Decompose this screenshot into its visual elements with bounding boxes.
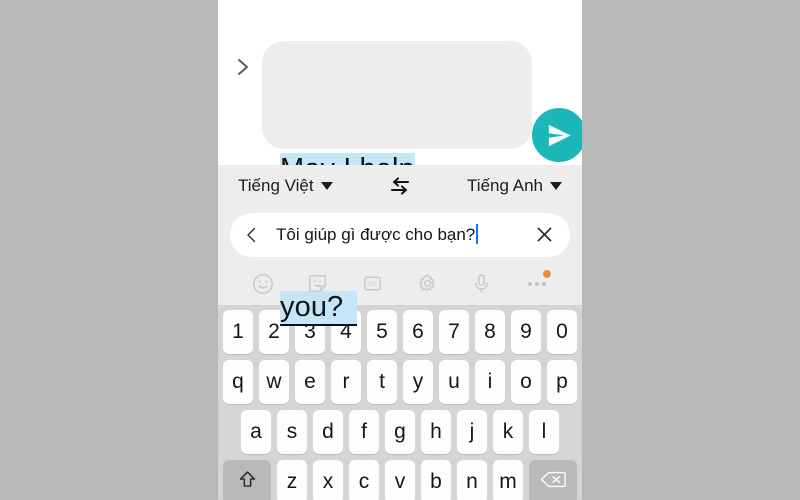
chevron-right-icon[interactable] (234, 55, 252, 79)
shift-arrow-up-icon (237, 469, 258, 496)
chat-area: May I help you? (218, 0, 582, 326)
key-z[interactable]: z (277, 460, 307, 500)
emoji-icon[interactable] (248, 269, 278, 299)
caret-down-icon (549, 182, 562, 190)
target-language-label: Tiếng Anh (467, 176, 543, 195)
key-q[interactable]: q (223, 360, 253, 404)
backspace-key[interactable] (529, 460, 577, 500)
screenshot-root: May I help you? Tiếng Việt (0, 0, 800, 500)
message-bubble[interactable]: May I help you? (262, 41, 532, 326)
key-9[interactable]: 9 (511, 310, 541, 354)
close-x-icon[interactable] (532, 223, 556, 247)
key-p[interactable]: p (547, 360, 577, 404)
key-x[interactable]: x (313, 460, 343, 500)
source-language-label: Tiếng Việt (238, 176, 314, 195)
key-a[interactable]: a (241, 410, 271, 454)
text-cursor (476, 224, 479, 244)
key-1[interactable]: 1 (223, 310, 253, 354)
key-0[interactable]: 0 (547, 310, 577, 354)
key-o[interactable]: o (511, 360, 541, 404)
target-language-selector[interactable]: Tiếng Anh (467, 176, 562, 196)
key-l[interactable]: l (529, 410, 559, 454)
three-dots-icon (527, 281, 546, 286)
key-b[interactable]: b (421, 460, 451, 500)
key-c[interactable]: c (349, 460, 379, 500)
sticker-icon[interactable] (303, 269, 333, 299)
search-input-pill[interactable]: Tôi giúp gì được cho bạn? (230, 212, 570, 257)
shift-key[interactable] (223, 460, 271, 500)
search-input-value: Tôi giúp gì được cho bạn? (276, 225, 476, 244)
gif-icon[interactable]: GIF (358, 269, 388, 299)
svg-text:GIF: GIF (368, 281, 378, 288)
notification-badge (542, 269, 551, 278)
key-m[interactable]: m (493, 460, 523, 500)
send-paper-plane-icon (546, 122, 573, 149)
send-button[interactable] (532, 108, 582, 162)
keyboard-row-bottom: z x c v b n m (223, 460, 577, 500)
swap-arrows-icon[interactable] (387, 173, 413, 199)
gear-icon[interactable] (412, 269, 442, 299)
chevron-left-icon[interactable] (242, 224, 262, 246)
backspace-delete-icon (540, 470, 566, 495)
caret-down-icon (320, 182, 333, 190)
language-selector-bar: Tiếng Việt Tiếng Anh (218, 165, 582, 207)
more-options-icon[interactable] (522, 269, 552, 299)
source-language-selector[interactable]: Tiếng Việt (238, 176, 333, 196)
key-v[interactable]: v (385, 460, 415, 500)
translation-input-row: Tôi giúp gì được cho bạn? (218, 207, 582, 262)
microphone-icon[interactable] (467, 269, 497, 299)
phone-screen: May I help you? Tiếng Việt (218, 0, 582, 500)
search-input[interactable]: Tôi giúp gì được cho bạn? (270, 224, 524, 245)
key-n[interactable]: n (457, 460, 487, 500)
